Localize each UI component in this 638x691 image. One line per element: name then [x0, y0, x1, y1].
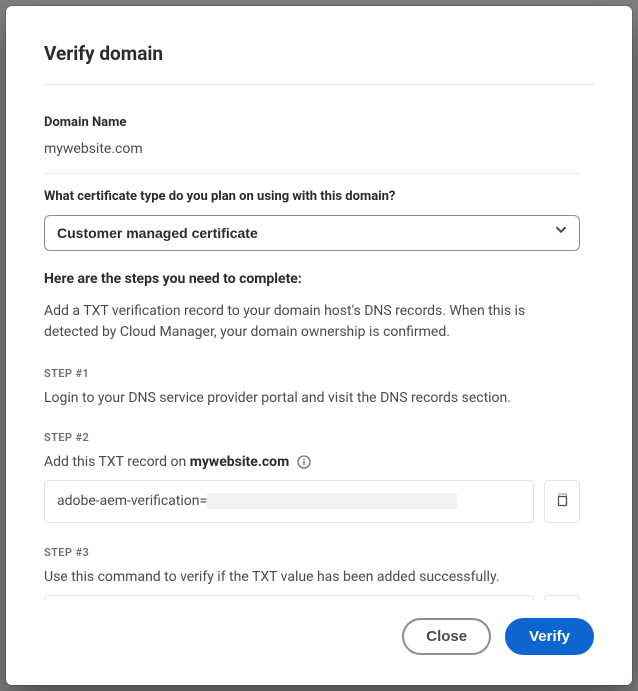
txt-record-redacted [207, 493, 457, 509]
verify-domain-dialog: Verify domain Domain Name mywebsite.com … [6, 6, 632, 685]
domain-name-label: Domain Name [44, 114, 580, 133]
copy-icon [554, 492, 570, 511]
step3-body: Use this command to verify if the TXT va… [44, 567, 580, 587]
copy-dig-button[interactable] [544, 595, 580, 600]
domain-divider [44, 173, 580, 174]
dig-command-value[interactable]: dig mywebsite.com txt [44, 595, 534, 600]
step1-body: Login to your DNS service provider porta… [44, 388, 580, 408]
steps-heading: Here are the steps you need to complete: [44, 269, 580, 289]
step3-code-row: dig mywebsite.com txt [44, 595, 580, 600]
step1-eyebrow: STEP #1 [44, 366, 580, 382]
dialog-scroll-region[interactable]: Domain Name mywebsite.com What certifica… [44, 98, 594, 600]
step3-eyebrow: STEP #3 [44, 545, 580, 561]
cert-type-select[interactable]: Customer managed certificate [44, 215, 580, 251]
cert-type-label: What certificate type do you plan on usi… [44, 188, 580, 207]
dialog-footer: Close Verify [6, 600, 632, 685]
dialog-title: Verify domain [44, 40, 594, 68]
dialog-header: Verify domain [44, 40, 594, 85]
cert-type-select-wrap: Customer managed certificate [44, 215, 580, 251]
txt-record-value[interactable]: adobe-aem-verification= [44, 480, 534, 522]
cert-type-select-value: Customer managed certificate [57, 225, 258, 241]
step2-eyebrow: STEP #2 [44, 430, 580, 446]
close-button[interactable]: Close [402, 618, 491, 655]
info-icon[interactable] [297, 455, 311, 469]
page-behind-text [0, 0, 8, 4]
copy-txt-button[interactable] [544, 480, 580, 522]
dialog-body: Verify domain Domain Name mywebsite.com … [6, 6, 632, 600]
title-divider [44, 84, 594, 85]
step2-code-row: adobe-aem-verification= [44, 480, 580, 522]
txt-record-prefix: adobe-aem-verification= [57, 491, 207, 511]
step2-domain: mywebsite.com [190, 454, 289, 470]
steps-intro: Add a TXT verification record to your do… [44, 301, 580, 342]
step2-prefix: Add this TXT record on [44, 454, 190, 470]
step2-body: Add this TXT record on mywebsite.com [44, 452, 580, 472]
domain-name-value: mywebsite.com [44, 139, 580, 159]
verify-button[interactable]: Verify [505, 618, 594, 655]
